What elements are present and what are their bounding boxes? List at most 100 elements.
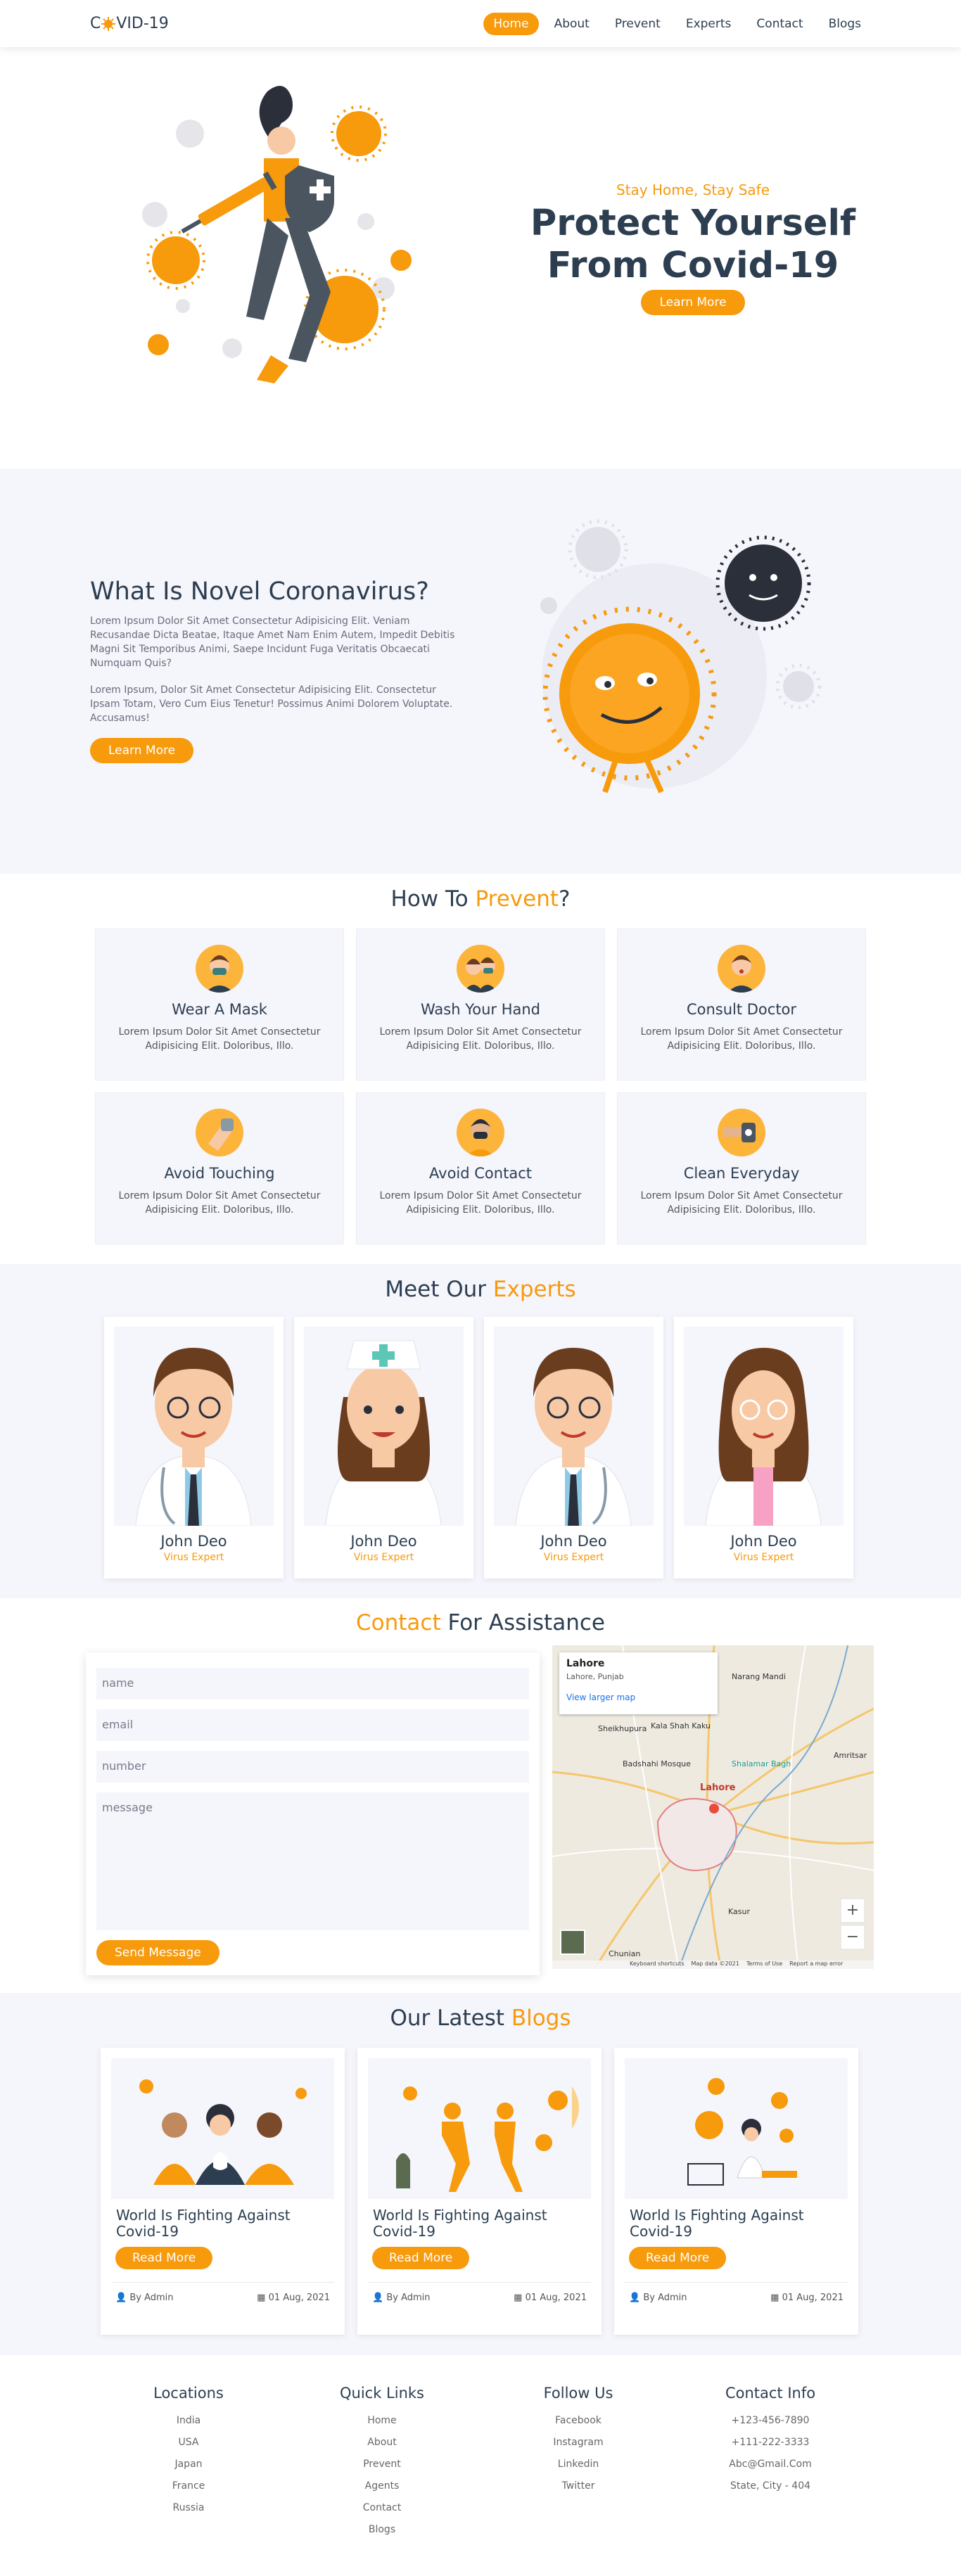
prevent-card-title: Avoid Contact <box>429 1165 532 1182</box>
map-report-error-link[interactable]: Report a map error <box>789 1960 843 1967</box>
expert-role: Virus Expert <box>353 1552 414 1563</box>
nav-contact[interactable]: Contact <box>746 13 813 35</box>
email-field[interactable]: email <box>96 1709 529 1741</box>
blog-date: ▦ 01 Aug, 2021 <box>770 2293 844 2303</box>
expert-card: John Deo Virus Expert <box>674 1317 853 1579</box>
main-nav: Home About Prevent Experts Contact Blogs <box>483 12 871 35</box>
expert-card: John Deo Virus Expert <box>294 1317 473 1579</box>
blog-card: World Is Fighting Against Covid-19 Read … <box>614 2048 858 2335</box>
site-logo[interactable]: C VID-19 <box>90 15 169 32</box>
map-keyboard-shortcuts[interactable]: Keyboard shortcuts <box>630 1960 684 1967</box>
nav-about[interactable]: About <box>545 13 599 35</box>
footer-link[interactable]: +123-456-7890 <box>718 2410 823 2432</box>
nav-prevent[interactable]: Prevent <box>605 13 670 35</box>
nav-experts[interactable]: Experts <box>676 13 742 35</box>
hero-subtitle: Stay Home, Stay Safe <box>616 181 770 198</box>
blog-title[interactable]: World Is Fighting Against Covid-19 <box>373 2207 586 2240</box>
expert-name: John Deo <box>160 1533 227 1550</box>
footer-link[interactable]: Facebook <box>536 2410 620 2432</box>
number-field[interactable]: number <box>96 1751 529 1783</box>
prevent-card-title: Wash Your Hand <box>420 1001 541 1018</box>
name-field[interactable]: name <box>96 1668 529 1700</box>
expert-name: John Deo <box>730 1533 797 1550</box>
blog-meta: 👤 By Admin ▦ 01 Aug, 2021 <box>111 2282 334 2303</box>
expert-avatar <box>304 1327 464 1526</box>
expert-avatar <box>114 1327 274 1526</box>
map-terms-link[interactable]: Terms of Use <box>746 1960 782 1967</box>
footer-link[interactable]: Instagram <box>536 2432 620 2454</box>
prevent-card: Wash Your Hand Lorem Ipsum Dolor Sit Ame… <box>356 929 605 1080</box>
footer-link[interactable]: Abc@Gmail.Com <box>718 2454 823 2475</box>
blog-title[interactable]: World Is Fighting Against Covid-19 <box>630 2207 843 2240</box>
prevent-card-text: Lorem Ipsum Dolor Sit Amet Consectetur A… <box>118 1190 321 1216</box>
prevent-card-title: Avoid Touching <box>164 1165 275 1182</box>
map-zoom-in-button[interactable]: + <box>841 1899 865 1923</box>
contact-title: Contact For Assistance <box>0 1598 961 1635</box>
prevent-card-text: Lorem Ipsum Dolor Sit Amet Consectetur A… <box>379 1026 582 1052</box>
user-icon: 👤 <box>629 2293 644 2303</box>
map-label: Lahore <box>700 1783 736 1793</box>
read-more-button[interactable]: Read More <box>115 2247 213 2269</box>
footer-link[interactable]: Japan <box>153 2454 224 2475</box>
map-zoom-out-button[interactable]: − <box>841 1925 865 1949</box>
experts-title-part1: Meet Our <box>385 1277 493 1302</box>
hero-section: Stay Home, Stay Safe Protect Yourself Fro… <box>0 0 961 468</box>
wash-hands-icon <box>457 945 504 993</box>
map-place-name: Lahore <box>566 1658 605 1669</box>
expert-card: John Deo Virus Expert <box>484 1317 663 1579</box>
blog-title[interactable]: World Is Fighting Against Covid-19 <box>116 2207 329 2240</box>
prevent-card-title: Clean Everyday <box>683 1165 800 1182</box>
expert-card: John Deo Virus Expert <box>104 1317 284 1579</box>
experts-grid: John Deo Virus Expert John Deo Virus Exp… <box>104 1317 853 1579</box>
footer-follow-us: Follow Us Facebook Instagram Linkedin Tw… <box>536 2385 620 2497</box>
doctor-icon <box>718 945 765 993</box>
calendar-icon: ▦ <box>257 2293 269 2303</box>
expert-name: John Deo <box>350 1533 417 1550</box>
about-title: What Is Novel Coronavirus? <box>90 578 429 606</box>
expert-role: Virus Expert <box>543 1552 604 1563</box>
footer-link[interactable]: USA <box>153 2432 224 2454</box>
logo-prefix: C <box>90 15 101 32</box>
read-more-button[interactable]: Read More <box>629 2247 727 2269</box>
prevent-card-title: Wear A Mask <box>172 1001 267 1018</box>
prevent-card-text: Lorem Ipsum Dolor Sit Amet Consectetur A… <box>379 1190 582 1216</box>
expert-avatar <box>494 1327 654 1526</box>
footer-link[interactable]: Agents <box>336 2475 428 2497</box>
send-message-button[interactable]: Send Message <box>96 1940 219 1965</box>
about-learn-more-button[interactable]: Learn More <box>90 738 194 763</box>
nav-blogs[interactable]: Blogs <box>819 13 871 35</box>
footer-link[interactable]: France <box>153 2475 224 2497</box>
expert-role: Virus Expert <box>733 1552 794 1563</box>
footer-quick-links: Quick Links Home About Prevent Agents Co… <box>336 2385 428 2541</box>
map-info-card: Lahore Lahore, Punjab View larger map <box>559 1652 718 1714</box>
blog-image <box>368 2058 591 2199</box>
footer-link[interactable]: Home <box>336 2410 428 2432</box>
site-footer: Locations India USA Japan France Russia … <box>0 2355 961 2569</box>
prevent-card-text: Lorem Ipsum Dolor Sit Amet Consectetur A… <box>118 1026 321 1052</box>
footer-link[interactable]: Contact <box>336 2497 428 2519</box>
message-field[interactable]: message <box>96 1792 529 1930</box>
footer-link[interactable]: State, City - 404 <box>718 2475 823 2497</box>
map-label: Narang Mandi <box>732 1672 786 1681</box>
footer-link[interactable]: Linkedin <box>536 2454 620 2475</box>
footer-link[interactable]: About <box>336 2432 428 2454</box>
footer-link[interactable]: +111-222-3333 <box>718 2432 823 2454</box>
map-footer: Keyboard shortcuts Map data ©2021 Terms … <box>630 1960 843 1967</box>
footer-link[interactable]: India <box>153 2410 224 2432</box>
view-larger-map-link[interactable]: View larger map <box>566 1692 711 1702</box>
experts-title-part2: Experts <box>492 1277 576 1302</box>
footer-link[interactable]: Russia <box>153 2497 224 2519</box>
footer-link[interactable]: Prevent <box>336 2454 428 2475</box>
virus-logo-icon <box>101 16 116 31</box>
footer-locations: Locations India USA Japan France Russia <box>153 2385 224 2519</box>
read-more-button[interactable]: Read More <box>372 2247 470 2269</box>
blogs-title-part2: Blogs <box>511 2006 571 2031</box>
blog-author-text: By Admin <box>386 2293 431 2303</box>
map-label: Badshahi Mosque <box>623 1759 691 1768</box>
footer-link[interactable]: Twitter <box>536 2475 620 2497</box>
hero-learn-more-button[interactable]: Learn More <box>641 290 745 315</box>
footer-link[interactable]: Blogs <box>336 2519 428 2541</box>
nav-home[interactable]: Home <box>483 12 539 35</box>
about-text: What Is Novel Coronavirus? Lorem Ipsum D… <box>90 578 463 763</box>
google-map[interactable]: Lahore Lahore, Punjab View larger map Sh… <box>552 1645 874 1969</box>
